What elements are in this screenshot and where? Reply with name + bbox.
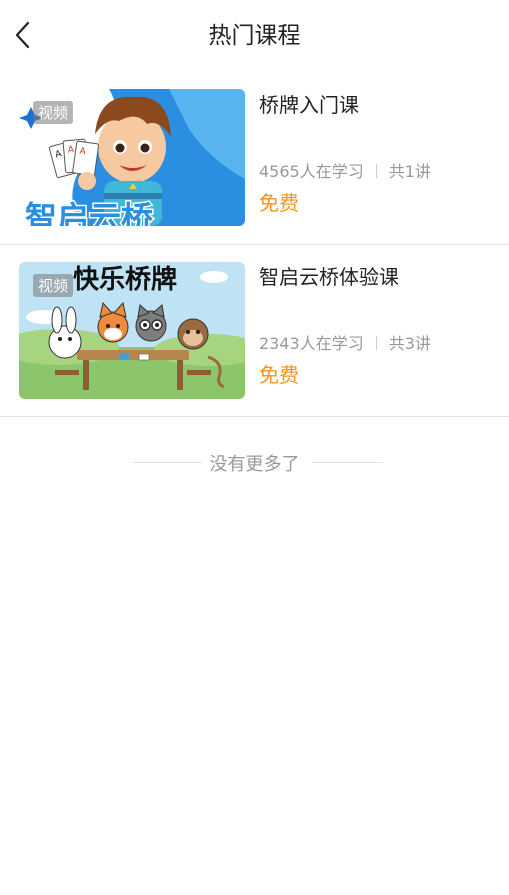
course-item[interactable]: 快乐桥牌 视频 智启云桥体验课 2343人在学习 共3讲 免费 — [0, 244, 509, 417]
course-price: 免费 — [259, 191, 299, 215]
learner-count: 2343人在学习 — [259, 334, 364, 353]
video-tag: 视频 — [33, 101, 74, 124]
app-header: 热门课程 — [0, 0, 509, 66]
course-name[interactable]: 桥牌入门课 — [259, 89, 497, 118]
page-title: 热门课程 — [208, 23, 301, 49]
svg-text:智启云桥: 智启云桥 — [25, 199, 153, 226]
video-tag: 视频 — [33, 274, 74, 297]
course-thumbnail[interactable]: A A A 智启云桥 视频 — [19, 89, 245, 226]
course-info: 桥牌入门课 4565人在学习 共1讲 免费 — [259, 86, 497, 215]
svg-text:快乐桥牌: 快乐桥牌 — [73, 264, 177, 295]
learner-count: 4565人在学习 — [259, 162, 364, 181]
no-more-indicator: 没有更多了 — [0, 449, 509, 475]
no-more-text: 没有更多了 — [209, 454, 300, 475]
course-name[interactable]: 智启云桥体验课 — [259, 261, 497, 290]
course-meta: 2343人在学习 共3讲 — [259, 330, 431, 354]
course-price: 免费 — [259, 363, 299, 387]
course-meta: 4565人在学习 共1讲 — [259, 158, 431, 182]
course-thumbnail[interactable]: 快乐桥牌 视频 — [19, 262, 245, 399]
course-item[interactable]: A A A 智启云桥 视频 桥牌入门课 4565人在学习 共1讲 免费 — [0, 86, 509, 245]
meta-divider — [375, 336, 377, 350]
meta-divider — [375, 164, 377, 178]
lesson-count: 共1讲 — [388, 162, 431, 181]
course-info: 智启云桥体验课 2343人在学习 共3讲 免费 — [259, 258, 497, 387]
divider-line — [312, 462, 383, 463]
lesson-count: 共3讲 — [388, 334, 431, 353]
